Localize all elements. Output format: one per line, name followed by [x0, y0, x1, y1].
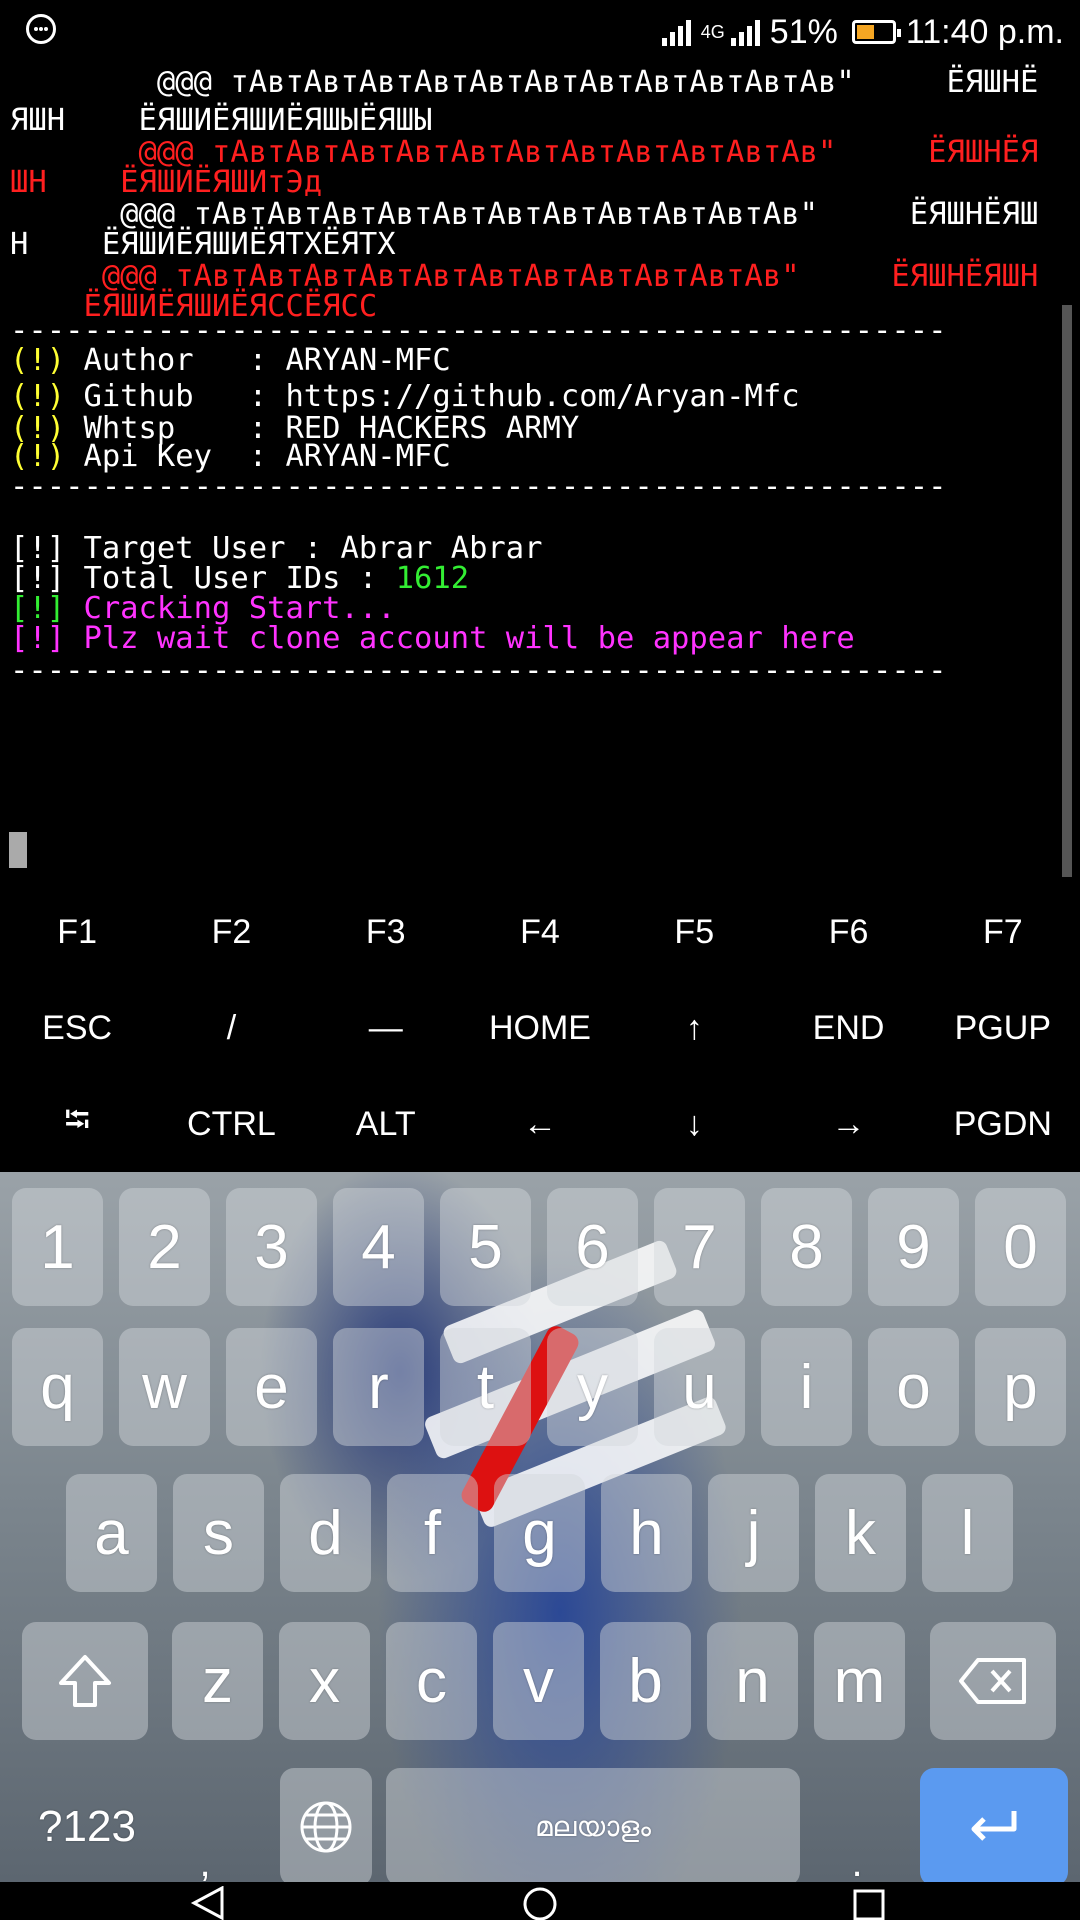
extra-key[interactable]: CTRL [154, 1076, 308, 1172]
extra-key[interactable]: PGUP [926, 980, 1080, 1076]
home-icon[interactable] [522, 1886, 558, 1920]
extra-key[interactable]: ← [463, 1076, 617, 1172]
navigation-bar [0, 1882, 1080, 1920]
key-z[interactable]: z [172, 1622, 263, 1740]
terminal-line-text: Github : https://github.com/Aryan-Mfc [65, 379, 800, 414]
extra-key[interactable]: F6 [771, 884, 925, 980]
key-k[interactable]: k [815, 1474, 906, 1592]
terminal-scrollbar[interactable] [1062, 305, 1072, 877]
terminal-line-prefix: (!) [10, 379, 66, 414]
battery-percent: 51% [769, 12, 838, 51]
extra-key[interactable]: ↑ [617, 980, 771, 1076]
symbols-key[interactable]: ?123 [12, 1768, 162, 1882]
key-m[interactable]: m [814, 1622, 905, 1740]
key-v[interactable]: v [493, 1622, 584, 1740]
key-a[interactable]: a [66, 1474, 157, 1592]
enter-icon [971, 1811, 1017, 1841]
enter-key[interactable] [920, 1768, 1068, 1882]
key-l[interactable]: l [922, 1474, 1013, 1592]
shift-key[interactable] [22, 1622, 148, 1740]
terminal-line-text: Plz wait clone account will be appear he… [65, 621, 855, 656]
globe-icon [300, 1801, 352, 1853]
extra-key[interactable]: F4 [463, 884, 617, 980]
extra-key[interactable]: ↓ [617, 1076, 771, 1172]
extra-key[interactable]: ALT [309, 1076, 463, 1172]
key-d[interactable]: d [280, 1474, 371, 1592]
space-key[interactable]: മലയാളം [386, 1768, 800, 1882]
key-w[interactable]: w [119, 1328, 210, 1446]
key-s[interactable]: s [173, 1474, 264, 1592]
terminal-line-value: 1612 [395, 561, 470, 596]
terminal-line: (!) Author : ARYAN-MFC [10, 342, 451, 380]
terminal-line-text: Author : ARYAN-MFC [65, 343, 451, 378]
key-0[interactable]: 0 [975, 1188, 1066, 1306]
terminal-output[interactable]: @@@ тАвтАвтАвтАвтАвтАвтАвтАвтАвтАвтАв" Ё… [0, 64, 1060, 884]
terminal-cursor [9, 832, 27, 868]
terminal-line: ----------------------------------------… [10, 653, 947, 688]
key-4[interactable]: 4 [333, 1188, 424, 1306]
extra-key[interactable]: END [771, 980, 925, 1076]
period-key[interactable]: . [812, 1768, 902, 1882]
extra-key[interactable]: F1 [0, 884, 154, 980]
key-c[interactable]: c [386, 1622, 477, 1740]
key-n[interactable]: n [707, 1622, 798, 1740]
key-h[interactable]: h [601, 1474, 692, 1592]
extra-key[interactable]: F3 [309, 884, 463, 980]
key-7[interactable]: 7 [654, 1188, 745, 1306]
more-options-icon[interactable] [26, 14, 56, 44]
extra-key[interactable]: F2 [154, 884, 308, 980]
key-y[interactable]: y [547, 1328, 638, 1446]
recents-icon[interactable] [852, 1886, 888, 1920]
shift-icon [59, 1655, 111, 1707]
backspace-key[interactable] [930, 1622, 1056, 1740]
key-f[interactable]: f [387, 1474, 478, 1592]
battery-icon [851, 20, 901, 44]
key-x[interactable]: x [279, 1622, 370, 1740]
back-icon[interactable] [190, 1886, 226, 1920]
clock: 11:40 p.m. [905, 12, 1064, 51]
key-u[interactable]: u [654, 1328, 745, 1446]
extra-key[interactable]: PGDN [926, 1076, 1080, 1172]
key-8[interactable]: 8 [761, 1188, 852, 1306]
extra-keys-bar: F1 F2 F3 F4 F5 F6 F7 ESC / — HOME ↑ END PGUP ⭾ CTRL AL… [0, 884, 1080, 1172]
key-g[interactable]: g [494, 1474, 585, 1592]
terminal-line-prefix: [!] [10, 621, 66, 656]
extra-key[interactable]: HOME [463, 980, 617, 1076]
key-5[interactable]: 5 [440, 1188, 531, 1306]
network-type: 4G [700, 21, 725, 42]
key-e[interactable]: e [226, 1328, 317, 1446]
key-p[interactable]: p [975, 1328, 1066, 1446]
signal-icon [661, 18, 691, 46]
key-j[interactable]: j [708, 1474, 799, 1592]
extra-key[interactable]: F7 [926, 884, 1080, 980]
key-1[interactable]: 1 [12, 1188, 103, 1306]
soft-keyboard: 1 2 3 4 5 6 7 8 9 0 q w e r t y u i o p a s d f g h j k l z x c v b n m ?123… [0, 1172, 1080, 1882]
key-q[interactable]: q [12, 1328, 103, 1446]
key-r[interactable]: r [333, 1328, 424, 1446]
terminal-line: ----------------------------------------… [10, 469, 947, 504]
terminal-line-prefix: (!) [10, 343, 66, 378]
extra-key[interactable]: → [771, 1076, 925, 1172]
key-2[interactable]: 2 [119, 1188, 210, 1306]
extra-key[interactable]: — [309, 980, 463, 1076]
terminal-line: @@@ тАвтАвтАвтАвтАвтАвтАвтАвтАвтАвтАв" Ё… [10, 65, 1039, 100]
key-6[interactable]: 6 [547, 1188, 638, 1306]
extra-key[interactable]: / [154, 980, 308, 1076]
extra-key[interactable]: F5 [617, 884, 771, 980]
key-3[interactable]: 3 [226, 1188, 317, 1306]
key-o[interactable]: o [868, 1328, 959, 1446]
key-i[interactable]: i [761, 1328, 852, 1446]
signal-icon-2 [730, 18, 760, 46]
key-9[interactable]: 9 [868, 1188, 959, 1306]
key-b[interactable]: b [600, 1622, 691, 1740]
backspace-icon [959, 1658, 1026, 1704]
language-key[interactable] [280, 1768, 372, 1882]
comma-key[interactable]: , [160, 1768, 250, 1882]
key-t[interactable]: t [440, 1328, 531, 1446]
status-bar: 4G 51% 11:40 p.m. [0, 0, 1080, 64]
extra-key[interactable]: ⭾ [0, 1076, 154, 1172]
extra-key[interactable]: ESC [0, 980, 154, 1076]
